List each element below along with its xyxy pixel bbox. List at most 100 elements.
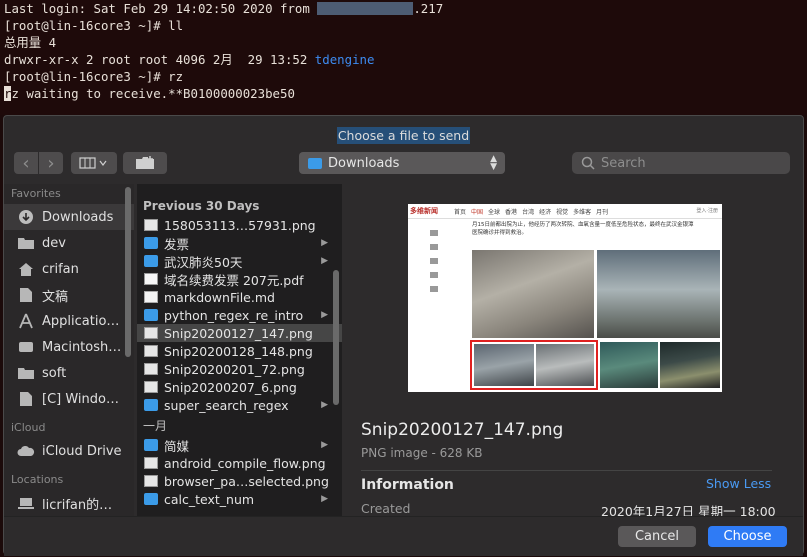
- file-name: Snip20200127_147.png: [164, 325, 313, 341]
- redacted-ip: [317, 2, 414, 15]
- folder-row[interactable]: 发票 ▶: [137, 234, 342, 252]
- columns-view-icon: [79, 157, 107, 169]
- sidebar-item-documents[interactable]: 文稿: [4, 282, 134, 308]
- forward-button[interactable]: ›: [39, 152, 63, 174]
- sidebar-item-label: iCloud Drive: [42, 443, 122, 459]
- terminal-text: .217: [413, 1, 444, 16]
- image-file-icon: [144, 327, 158, 339]
- cancel-button[interactable]: Cancel: [618, 526, 696, 547]
- file-section-previous-30-days: Previous 30 Days: [143, 199, 260, 213]
- image-file-icon: [144, 345, 158, 357]
- thumb-nav-item: 多维客: [573, 209, 592, 216]
- file-row[interactable]: browser_pa…selected.png: [137, 472, 342, 490]
- cloud-icon: [16, 443, 36, 459]
- location-select-label: Downloads: [328, 155, 400, 171]
- applications-icon: [16, 313, 36, 329]
- image-file-icon: [144, 363, 158, 375]
- sidebar-item-label: 文稿: [42, 289, 69, 305]
- file-name: super_search_regex: [164, 397, 289, 413]
- folder-row[interactable]: super_search_regex ▶: [137, 396, 342, 414]
- show-less-link[interactable]: Show Less: [706, 476, 771, 491]
- sidebar-item-label: crifan: [42, 261, 79, 277]
- thumb-nav-item: 月刊: [596, 209, 609, 216]
- thumb-nav-item: 中国: [471, 209, 484, 216]
- thumb-nav-item: 经济: [539, 209, 552, 216]
- file-row[interactable]: markdownFile.md: [137, 288, 342, 306]
- terminal-text: z waiting to receive.**B0100000023be50: [11, 86, 295, 101]
- file-row[interactable]: Snip20200127_147.png: [137, 324, 342, 342]
- search-placeholder: Search: [601, 155, 646, 171]
- folder-row[interactable]: 简媒 ▶: [137, 436, 342, 454]
- preview-divider: [361, 470, 772, 471]
- downloads-folder-icon: [308, 157, 322, 169]
- home-icon: [16, 261, 36, 277]
- thumb-photo-4: [660, 342, 720, 388]
- file-name: 武汉肺炎50天: [164, 254, 243, 270]
- terminal-line-dir: drwxr-xr-x 2 root root 4096 2月 29 13:52 …: [4, 51, 803, 68]
- sidebar-item-label: [C] Windo…: [42, 391, 119, 407]
- updown-chevron-icon: ▲ ▼: [490, 154, 497, 172]
- file-name: android_compile_flow.png: [164, 455, 326, 471]
- file-row[interactable]: 158053113…57931.png: [137, 216, 342, 234]
- file-row[interactable]: Snip20200207_6.png: [137, 378, 342, 396]
- terminal[interactable]: Last login: Sat Feb 29 14:02:50 2020 fro…: [0, 0, 807, 115]
- file-name: 158053113…57931.png: [164, 217, 316, 233]
- thumb-text-line: 医院确诊并得到救治。: [472, 230, 528, 236]
- file-list-scrollbar[interactable]: [333, 270, 339, 405]
- downloads-icon: [16, 209, 36, 225]
- computer-icon: [16, 495, 36, 511]
- disclosure-arrow-icon: ▶: [321, 256, 328, 266]
- search-field[interactable]: Search: [572, 152, 790, 174]
- file-name: 发票: [164, 236, 190, 252]
- sidebar-item-crifan[interactable]: crifan: [4, 256, 134, 282]
- sidebar-scrollbar[interactable]: [125, 187, 131, 357]
- image-file-icon: [144, 457, 158, 469]
- search-icon: [581, 156, 595, 170]
- sidebar-item-downloads[interactable]: Downloads: [4, 204, 134, 230]
- sidebar-item-label: soft: [42, 365, 67, 381]
- hard-drive-icon: [16, 339, 36, 355]
- sidebar: Favorites Downloads dev crifan 文稿 Applic…: [4, 184, 134, 519]
- sidebar-item-macintosh-hd[interactable]: Macintosh…: [4, 334, 134, 360]
- terminal-line-rz: [root@lin-16core3 ~]# rz: [4, 69, 184, 84]
- thumb-nav-item: 香港: [505, 209, 518, 216]
- sidebar-item-applications[interactable]: Applicatio…: [4, 308, 134, 334]
- choose-button[interactable]: Choose: [708, 526, 787, 547]
- thumb-photo-3: [600, 342, 658, 388]
- folder-row[interactable]: calc_text_num ▶: [137, 490, 342, 508]
- file-name: markdownFile.md: [164, 289, 275, 305]
- file-row[interactable]: 域名续费发票 207元.pdf: [137, 270, 342, 288]
- sidebar-item-soft[interactable]: soft: [4, 360, 134, 386]
- file-name: Snip20200128_148.png: [164, 343, 313, 359]
- file-row[interactable]: Snip20200128_148.png: [137, 342, 342, 360]
- terminal-text: drwxr-xr-x 2 root root 4096 2月 29 13:52: [4, 52, 315, 67]
- new-folder-button[interactable]: [123, 152, 167, 174]
- file-name: browser_pa…selected.png: [164, 473, 329, 489]
- sidebar-item-computer[interactable]: licrifan的…: [4, 490, 134, 516]
- new-folder-icon: [136, 156, 154, 169]
- location-select[interactable]: Downloads ▲ ▼: [299, 152, 505, 174]
- sidebar-item-icloud-drive[interactable]: iCloud Drive: [4, 438, 134, 464]
- sidebar-item-dev[interactable]: dev: [4, 230, 134, 256]
- sidebar-item-windows[interactable]: [C] Windo…: [4, 386, 134, 412]
- folder-icon: [144, 399, 158, 411]
- image-file-icon: [144, 219, 158, 231]
- disclosure-arrow-icon: ▶: [321, 310, 328, 320]
- back-button[interactable]: ‹: [14, 152, 38, 174]
- sidebar-section-locations: Locations: [11, 473, 64, 486]
- image-file-icon: [144, 475, 158, 487]
- file-chooser-dialog: Choose a file to send ‹ › Downloads ▲ ▼ S…: [3, 115, 804, 556]
- file-row[interactable]: Snip20200201_72.png: [137, 360, 342, 378]
- preview-filename: Snip20200127_147.png: [361, 420, 564, 440]
- sidebar-item-label: Macintosh…: [42, 339, 122, 355]
- preview-thumbnail: 多维新闻 首页 中国 全球 香港 台湾 经济 视觉 多维客 月刊 登入·注册 月15日前都出院为…: [408, 204, 722, 392]
- sidebar-item-label: Applicatio…: [42, 313, 120, 329]
- created-label: Created: [361, 501, 411, 516]
- terminal-dir-name: tdengine: [314, 52, 375, 67]
- file-row[interactable]: android_compile_flow.png: [137, 454, 342, 472]
- dialog-button-bar: Cancel Choose: [4, 516, 803, 556]
- view-mode-button[interactable]: [71, 152, 117, 174]
- folder-row[interactable]: 武汉肺炎50天 ▶: [137, 252, 342, 270]
- file-name: Snip20200201_72.png: [164, 361, 305, 377]
- folder-row[interactable]: python_regex_re_intro ▶: [137, 306, 342, 324]
